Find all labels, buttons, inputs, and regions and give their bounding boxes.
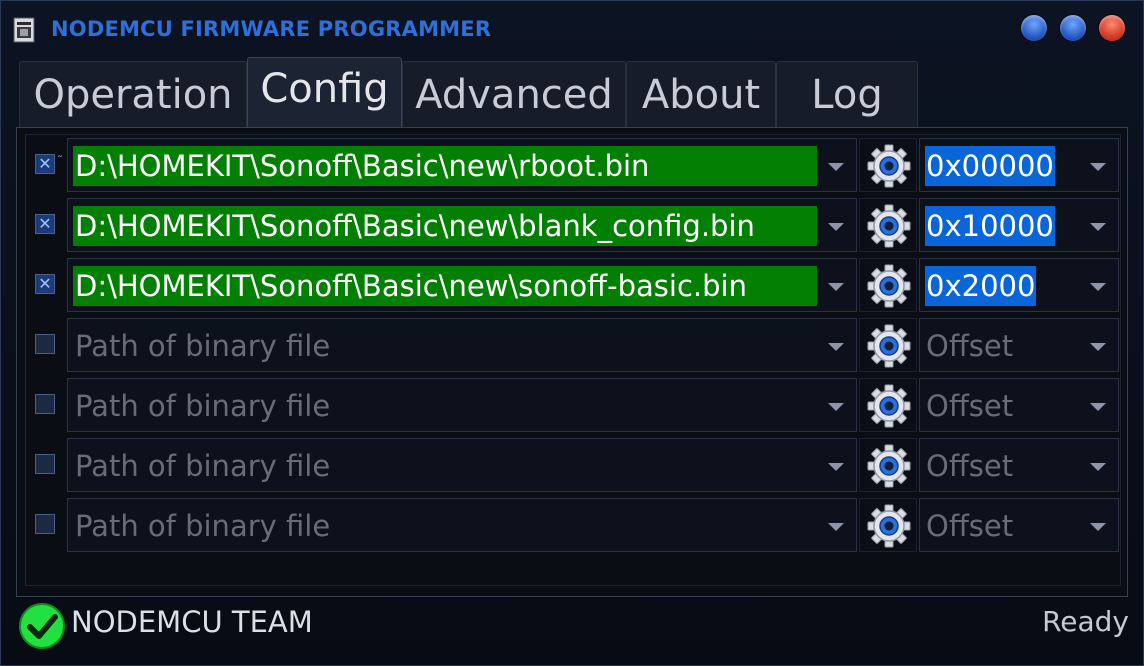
chevron-down-icon[interactable] (1090, 223, 1106, 231)
status-team-label: NODEMCU TEAM (71, 605, 313, 639)
binary-path-placeholder: Path of binary file (75, 389, 331, 423)
gear-icon (867, 444, 911, 488)
binary-path-combobox[interactable]: D:\HOMEKIT\Sonoff\Basic\new\blank_config… (67, 198, 857, 252)
tab-operation[interactable]: Operation (19, 61, 247, 127)
binary-path-placeholder: Path of binary file (75, 509, 331, 543)
status-ready-label: Ready (1042, 605, 1129, 638)
gear-icon (867, 384, 911, 428)
binary-path-combobox[interactable]: Path of binary file (67, 438, 857, 492)
check-icon (19, 603, 65, 649)
gear-icon (867, 504, 911, 548)
binary-path-placeholder: Path of binary file (75, 329, 331, 363)
binary-path-value: D:\HOMEKIT\Sonoff\Basic\new\rboot.bin (73, 146, 817, 186)
offset-placeholder: Offset (926, 449, 1014, 483)
config-row: Path of binary file Offset (23, 318, 1119, 374)
gear-icon (867, 204, 911, 248)
chevron-down-icon[interactable] (828, 283, 844, 291)
browse-file-button[interactable] (859, 198, 917, 252)
chevron-down-icon[interactable] (1090, 463, 1106, 471)
tab-advanced[interactable]: Advanced (402, 61, 626, 127)
close-button[interactable] (1099, 15, 1125, 41)
row-enable-checkbox[interactable]: ✕ (35, 214, 55, 234)
offset-combobox[interactable]: 0x2000 (919, 258, 1119, 312)
chevron-down-icon[interactable] (828, 343, 844, 351)
offset-value: 0x10000 (925, 206, 1055, 246)
row-enable-checkbox[interactable]: ✕ (35, 154, 55, 174)
window-title: NODEMCU FIRMWARE PROGRAMMER (51, 17, 492, 41)
browse-file-button[interactable] (859, 378, 917, 432)
offset-placeholder: Offset (926, 329, 1014, 363)
config-row: ✕ ˜ D:\HOMEKIT\Sonoff\Basic\new\rboot.bin 0… (23, 138, 1119, 194)
browse-file-button[interactable] (859, 138, 917, 192)
focus-marker-icon: ˜ (57, 154, 63, 168)
chevron-down-icon[interactable] (828, 223, 844, 231)
binary-path-value: D:\HOMEKIT\Sonoff\Basic\new\blank_config… (73, 206, 817, 246)
binary-path-combobox[interactable]: D:\HOMEKIT\Sonoff\Basic\new\sonoff-basic… (67, 258, 857, 312)
chevron-down-icon[interactable] (828, 163, 844, 171)
gear-icon (867, 264, 911, 308)
row-enable-checkbox[interactable] (35, 454, 55, 474)
browse-file-button[interactable] (859, 318, 917, 372)
config-row: ✕ D:\HOMEKIT\Sonoff\Basic\new\sonoff-basi… (23, 258, 1119, 314)
offset-placeholder: Offset (926, 509, 1014, 543)
chevron-down-icon[interactable] (1090, 283, 1106, 291)
app-icon (13, 17, 35, 43)
config-row: ✕ D:\HOMEKIT\Sonoff\Basic\new\blank_confi… (23, 198, 1119, 254)
app-window: NODEMCU FIRMWARE PROGRAMMER Operation Co… (0, 0, 1144, 666)
browse-file-button[interactable] (859, 438, 917, 492)
title-bar[interactable]: NODEMCU FIRMWARE PROGRAMMER (1, 1, 1143, 57)
chevron-down-icon[interactable] (828, 463, 844, 471)
binary-path-combobox[interactable]: D:\HOMEKIT\Sonoff\Basic\new\rboot.bin (67, 138, 857, 192)
config-row: Path of binary file Offset (23, 498, 1119, 554)
offset-combobox[interactable]: 0x10000 (919, 198, 1119, 252)
row-enable-checkbox[interactable] (35, 334, 55, 354)
offset-combobox[interactable]: Offset (919, 498, 1119, 552)
maximize-button[interactable] (1060, 15, 1086, 41)
chevron-down-icon[interactable] (828, 523, 844, 531)
row-enable-checkbox[interactable] (35, 514, 55, 534)
browse-file-button[interactable] (859, 258, 917, 312)
binary-path-combobox[interactable]: Path of binary file (67, 378, 857, 432)
config-row: Path of binary file Offset (23, 378, 1119, 434)
offset-combobox[interactable]: 0x00000 (919, 138, 1119, 192)
row-enable-checkbox[interactable]: ✕ (35, 274, 55, 294)
offset-value: 0x00000 (925, 146, 1055, 186)
chevron-down-icon[interactable] (1090, 163, 1106, 171)
row-enable-checkbox[interactable] (35, 394, 55, 414)
gear-icon (867, 144, 911, 188)
tab-about[interactable]: About (626, 61, 776, 127)
tab-log[interactable]: Log (776, 61, 918, 127)
binary-path-combobox[interactable]: Path of binary file (67, 498, 857, 552)
config-row: Path of binary file Offset (23, 438, 1119, 494)
chevron-down-icon[interactable] (1090, 403, 1106, 411)
binary-path-combobox[interactable]: Path of binary file (67, 318, 857, 372)
binary-path-placeholder: Path of binary file (75, 449, 331, 483)
offset-combobox[interactable]: Offset (919, 438, 1119, 492)
binary-path-value: D:\HOMEKIT\Sonoff\Basic\new\sonoff-basic… (73, 266, 817, 306)
chevron-down-icon[interactable] (828, 403, 844, 411)
tab-config[interactable]: Config (247, 57, 402, 127)
chevron-down-icon[interactable] (1090, 343, 1106, 351)
minimize-button[interactable] (1021, 15, 1047, 41)
gear-icon (867, 324, 911, 368)
offset-combobox[interactable]: Offset (919, 318, 1119, 372)
browse-file-button[interactable] (859, 498, 917, 552)
offset-combobox[interactable]: Offset (919, 378, 1119, 432)
chevron-down-icon[interactable] (1090, 523, 1106, 531)
offset-placeholder: Offset (926, 389, 1014, 423)
offset-value: 0x2000 (925, 266, 1037, 306)
